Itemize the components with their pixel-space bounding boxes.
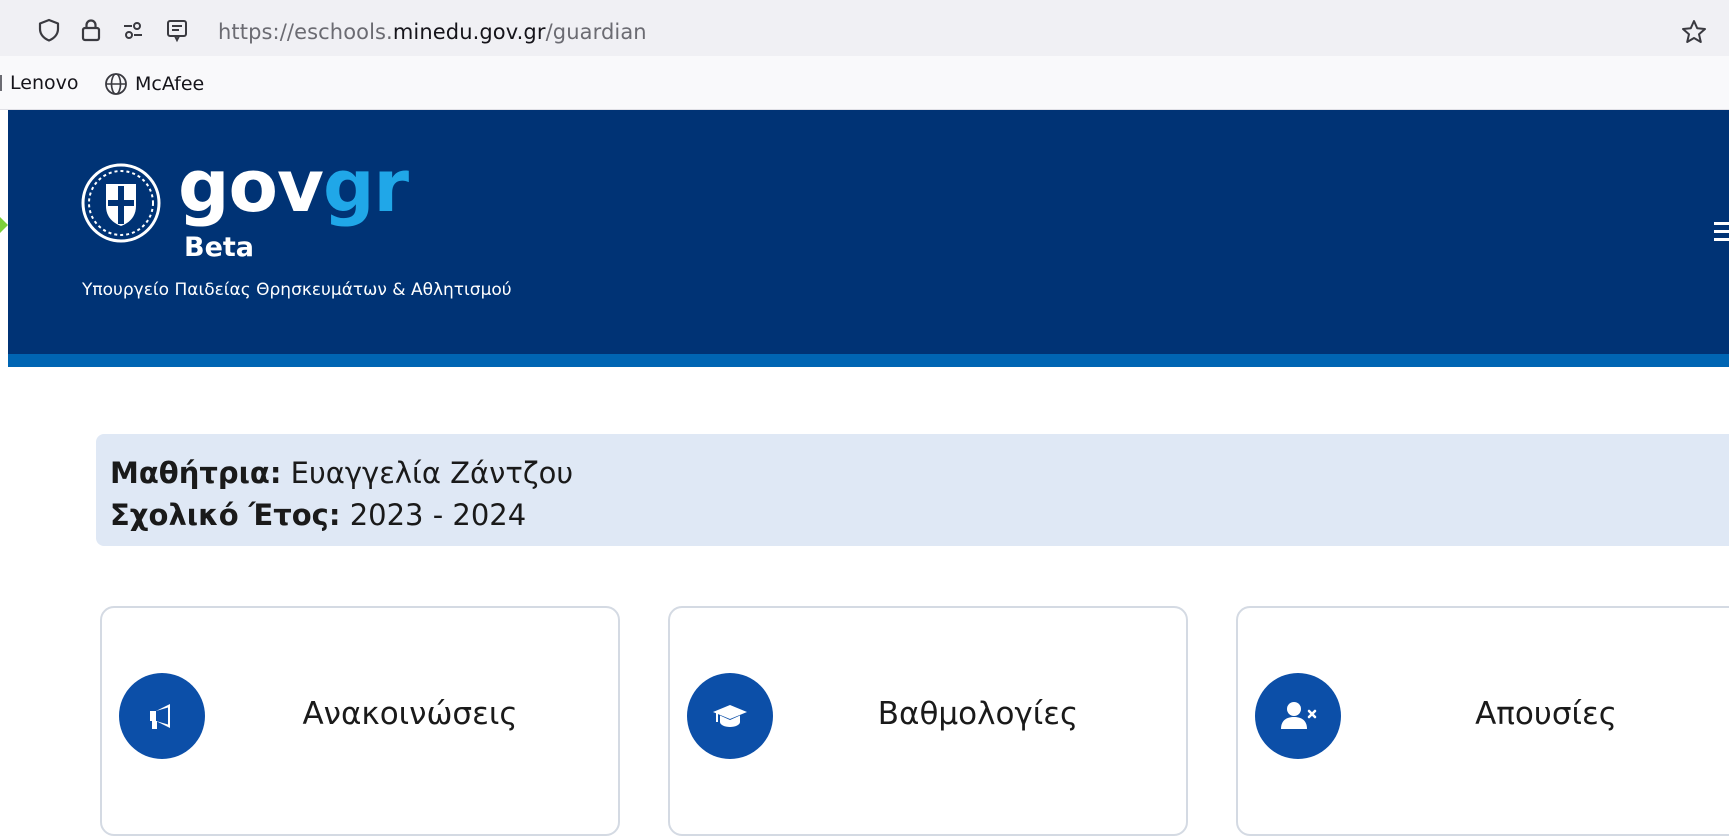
favicon-fragment-icon [0, 75, 2, 91]
graduation-cap-icon [687, 673, 773, 759]
permissions-icon[interactable] [120, 17, 146, 43]
student-info-panel: Μαθήτρια: Ευαγγελία Ζάντζου Σχολικό Έτος… [96, 434, 1729, 546]
url-field[interactable]: https://eschools.minedu.gov.gr/guardian [6, 6, 1724, 52]
lock-icon[interactable] [78, 17, 104, 43]
logo-gov: gov [178, 144, 324, 228]
url-prefix: https://eschools. [218, 20, 393, 44]
card-absences[interactable]: Απουσίες [1236, 606, 1729, 836]
side-marker [0, 217, 8, 233]
card-label: Βαθμολογίες [877, 696, 1079, 732]
bookmark-label: Lenovo [10, 72, 79, 94]
greek-emblem-icon[interactable] [80, 162, 162, 244]
url-path: /guardian [545, 20, 647, 44]
url-host: minedu.gov.gr [392, 20, 546, 44]
bookmark-mcafee[interactable]: McAfee [104, 72, 204, 96]
card-label: Απουσίες [1475, 696, 1617, 732]
student-line: Μαθήτρια: Ευαγγελία Ζάντζου [110, 456, 573, 490]
reader-view-icon[interactable] [164, 17, 190, 43]
school-year-label: Σχολικό Έτος: [110, 498, 341, 532]
shield-icon[interactable] [36, 17, 62, 43]
bookmark-star-icon[interactable] [1680, 18, 1708, 46]
globe-icon [105, 73, 127, 95]
user-times-icon [1255, 673, 1341, 759]
card-label: Ανακοινώσεις [302, 696, 518, 732]
school-year-line: Σχολικό Έτος: 2023 - 2024 [110, 498, 526, 532]
school-year-value: 2023 - 2024 [349, 498, 527, 532]
megaphone-icon [119, 673, 205, 759]
bookmark-lenovo[interactable]: Lenovo [0, 72, 78, 94]
logo-gr: gr [322, 144, 409, 228]
beta-label: Beta [184, 232, 255, 263]
govgr-logo[interactable]: govgr [178, 150, 409, 222]
bookmark-label: McAfee [135, 73, 205, 95]
header-stripe [8, 354, 1729, 367]
browser-url-bar: https://eschools.minedu.gov.gr/guardian [0, 0, 1729, 56]
ministry-name: Υπουργείο Παιδείας Θρησκευμάτων & Αθλητι… [82, 280, 512, 300]
card-grades[interactable]: Βαθμολογίες [668, 606, 1188, 836]
bookmarks-bar: Lenovo McAfee [0, 56, 1729, 110]
url-text[interactable]: https://eschools.minedu.gov.gr/guardian [218, 20, 647, 44]
student-label: Μαθήτρια: [110, 456, 282, 490]
hamburger-menu-icon[interactable] [1714, 222, 1729, 244]
card-announcements[interactable]: Ανακοινώσεις [100, 606, 620, 836]
student-name: Ευαγγελία Ζάντζου [290, 456, 574, 490]
